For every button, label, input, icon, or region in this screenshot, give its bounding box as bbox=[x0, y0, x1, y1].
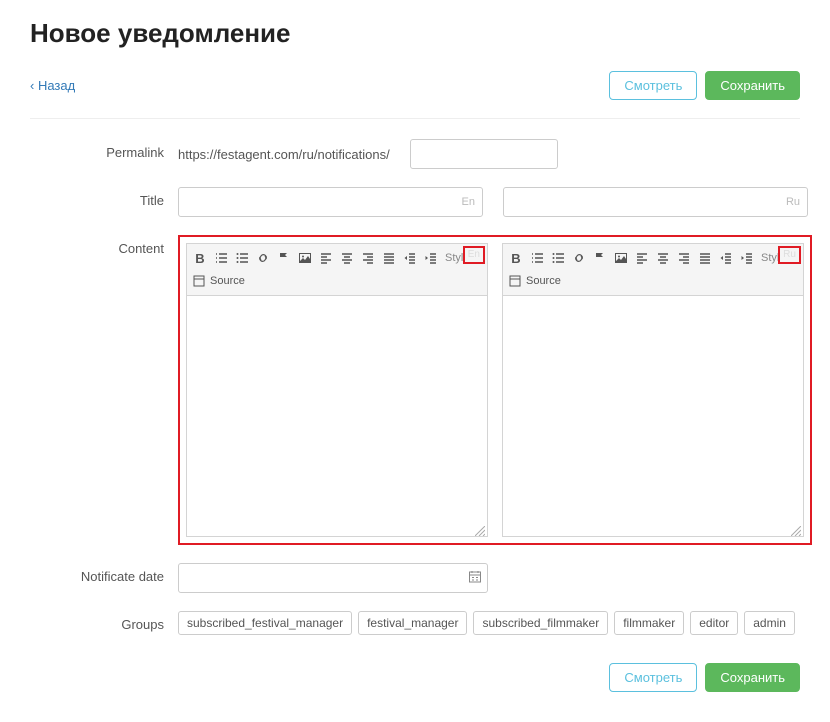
bold-icon[interactable]: B bbox=[509, 251, 523, 265]
group-tag[interactable]: filmmaker bbox=[614, 611, 684, 635]
save-button-bottom[interactable]: Сохранить bbox=[705, 663, 800, 692]
top-bar: ‹ Назад Смотреть Сохранить bbox=[30, 71, 800, 119]
top-actions: Смотреть Сохранить bbox=[609, 71, 800, 100]
align-left-icon[interactable] bbox=[635, 251, 649, 265]
groups-list: subscribed_festival_manager festival_man… bbox=[178, 611, 795, 635]
page-title: Новое уведомление bbox=[30, 18, 800, 49]
label-permalink: Permalink bbox=[30, 139, 178, 160]
flag-icon[interactable] bbox=[593, 251, 607, 265]
align-right-icon[interactable] bbox=[677, 251, 691, 265]
group-tag[interactable]: festival_manager bbox=[358, 611, 467, 635]
preview-button[interactable]: Смотреть bbox=[609, 71, 697, 100]
align-right-icon[interactable] bbox=[361, 251, 375, 265]
title-en-input[interactable] bbox=[178, 187, 483, 217]
link-icon[interactable] bbox=[256, 251, 270, 265]
source-icon[interactable] bbox=[193, 275, 205, 287]
editor-ru-lang-box: Ru bbox=[778, 246, 801, 264]
source-button[interactable]: Source bbox=[210, 275, 245, 287]
editor-ru-body[interactable] bbox=[503, 296, 803, 536]
align-justify-icon[interactable] bbox=[698, 251, 712, 265]
group-tag[interactable]: admin bbox=[744, 611, 795, 635]
label-notificate-date: Notificate date bbox=[30, 563, 178, 584]
align-left-icon[interactable] bbox=[319, 251, 333, 265]
notificate-date-input[interactable] bbox=[178, 563, 488, 593]
label-title: Title bbox=[30, 187, 178, 208]
align-center-icon[interactable] bbox=[340, 251, 354, 265]
resize-handle-icon[interactable] bbox=[791, 524, 801, 534]
bullet-list-icon[interactable] bbox=[551, 251, 565, 265]
label-content: Content bbox=[30, 235, 178, 256]
source-button[interactable]: Source bbox=[526, 275, 561, 287]
row-permalink: Permalink https://festagent.com/ru/notif… bbox=[30, 139, 800, 169]
align-justify-icon[interactable] bbox=[382, 251, 396, 265]
source-icon[interactable] bbox=[509, 275, 521, 287]
content-highlight-box: B Styles▾ bbox=[178, 235, 812, 545]
row-groups: Groups subscribed_festival_manager festi… bbox=[30, 611, 800, 635]
permalink-base: https://festagent.com/ru/notifications/ bbox=[178, 147, 390, 162]
flag-icon[interactable] bbox=[277, 251, 291, 265]
row-notificate-date: Notificate date bbox=[30, 563, 800, 593]
permalink-slug-input[interactable] bbox=[410, 139, 558, 169]
outdent-icon[interactable] bbox=[403, 251, 417, 265]
align-center-icon[interactable] bbox=[656, 251, 670, 265]
editor-en-toolbar: B Styles▾ bbox=[187, 244, 487, 296]
image-icon[interactable] bbox=[614, 251, 628, 265]
bold-icon[interactable]: B bbox=[193, 251, 207, 265]
row-title: Title En Ru bbox=[30, 187, 800, 217]
image-icon[interactable] bbox=[298, 251, 312, 265]
link-icon[interactable] bbox=[572, 251, 586, 265]
indent-icon[interactable] bbox=[740, 251, 754, 265]
editor-en-lang-box: En bbox=[463, 246, 485, 264]
row-content: Content B bbox=[30, 235, 800, 545]
numbered-list-icon[interactable] bbox=[214, 251, 228, 265]
bottom-actions: Смотреть Сохранить bbox=[30, 663, 800, 692]
back-link[interactable]: ‹ Назад bbox=[30, 78, 75, 93]
group-tag[interactable]: subscribed_festival_manager bbox=[178, 611, 352, 635]
save-button[interactable]: Сохранить bbox=[705, 71, 800, 100]
indent-icon[interactable] bbox=[424, 251, 438, 265]
group-tag[interactable]: subscribed_filmmaker bbox=[473, 611, 608, 635]
editor-ru-toolbar: B Styles▾ bbox=[503, 244, 803, 296]
title-ru-input[interactable] bbox=[503, 187, 808, 217]
preview-button-bottom[interactable]: Смотреть bbox=[609, 663, 697, 692]
outdent-icon[interactable] bbox=[719, 251, 733, 265]
bullet-list-icon[interactable] bbox=[235, 251, 249, 265]
editor-en: B Styles▾ bbox=[186, 243, 488, 537]
numbered-list-icon[interactable] bbox=[530, 251, 544, 265]
resize-handle-icon[interactable] bbox=[475, 524, 485, 534]
editor-en-body[interactable] bbox=[187, 296, 487, 536]
label-groups: Groups bbox=[30, 611, 178, 632]
editor-ru: B Styles▾ bbox=[502, 243, 804, 537]
group-tag[interactable]: editor bbox=[690, 611, 738, 635]
